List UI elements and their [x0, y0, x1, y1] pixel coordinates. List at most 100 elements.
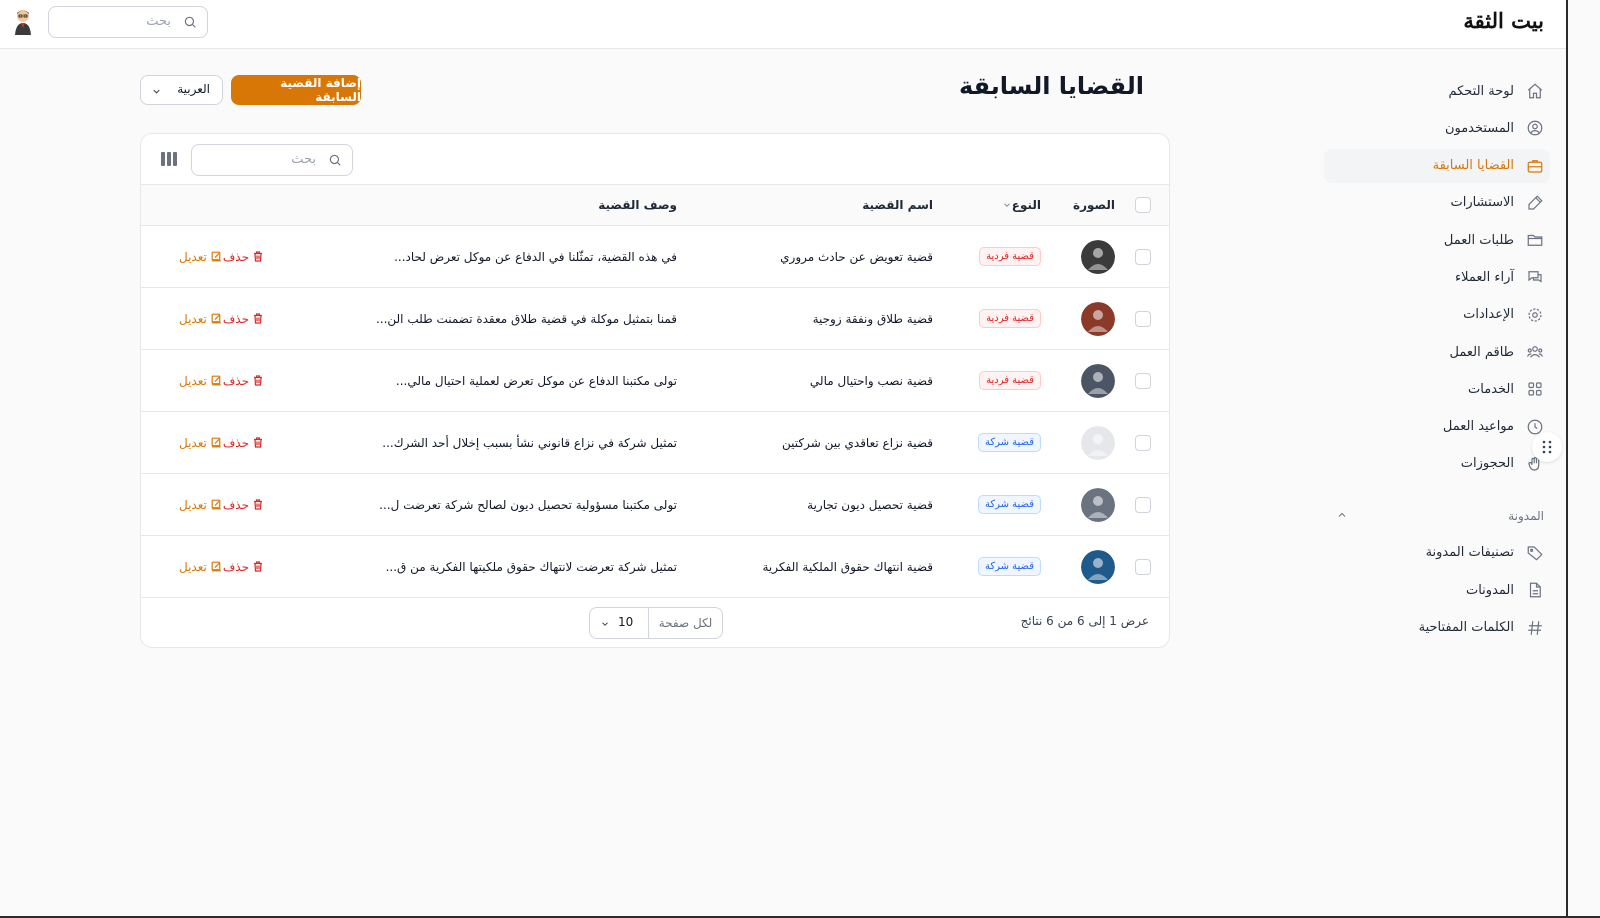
sidebar-item-settings[interactable]: الإعدادات [1324, 298, 1550, 332]
edit-icon [211, 313, 221, 324]
cog-icon [1528, 308, 1542, 322]
delete-button[interactable]: حذف [223, 250, 264, 264]
sidebar-item-job-requests[interactable]: طلبات العمل [1324, 223, 1550, 257]
hashtag-icon [1528, 620, 1542, 635]
table-search-input[interactable]: بحث [191, 144, 353, 176]
global-search-input[interactable]: بحث [48, 6, 208, 38]
row-type-cell: قضية فردية [979, 350, 1041, 411]
delete-button[interactable]: حذف [223, 436, 264, 450]
case-type-badge: قضية فردية [979, 247, 1041, 266]
case-name: قضية طلاق ونفقة زوجية [812, 311, 933, 326]
briefcase-icon [1527, 159, 1543, 173]
row-select-cell [1135, 226, 1151, 287]
column-header-type-label: النوع [1011, 198, 1041, 212]
sidebar-drag-handle[interactable] [1532, 432, 1562, 462]
edit-label: تعديل [179, 311, 207, 326]
sidebar-item-testimonials[interactable]: آراء العملاء [1324, 260, 1550, 294]
user-avatar[interactable] [12, 8, 34, 36]
trash-icon [254, 375, 263, 386]
edit-label: تعديل [179, 559, 207, 574]
edit-button[interactable]: تعديل [179, 436, 223, 450]
case-name: قضية نزاع تعاقدي بين شركتين [782, 435, 933, 450]
delete-label: حذف [222, 559, 250, 574]
edit-button[interactable]: تعديل [179, 560, 223, 574]
edit-button[interactable]: تعديل [179, 374, 223, 388]
edit-icon [211, 561, 221, 572]
brand-logo[interactable]: بيت الثقة [1463, 8, 1544, 33]
column-header-type[interactable]: النوع [996, 185, 1041, 225]
edit-button[interactable]: تعديل [179, 312, 223, 326]
columns-toggle-icon[interactable] [161, 152, 177, 166]
results-summary: عرض 1 إلى 6 من 6 نتائج [1020, 614, 1149, 628]
case-description: في هذه القضية، تمثّلنا في الدفاع عن موكل… [394, 249, 677, 264]
row-checkbox[interactable] [1135, 496, 1151, 513]
edit-label: تعديل [179, 373, 207, 388]
table-row: قضية شركة قضية انتهاك حقوق الملكية الفكري… [141, 536, 1169, 598]
sidebar-item-staff[interactable]: طاقم العمل [1324, 335, 1550, 369]
chevron-down-icon [1003, 203, 1010, 207]
case-type-badge: قضية فردية [979, 309, 1041, 328]
chevron-up-icon[interactable] [1336, 509, 1348, 521]
row-type-cell: قضية شركة [977, 536, 1041, 597]
sidebar-item-dashboard[interactable]: لوحة التحكم [1324, 74, 1550, 108]
row-checkbox[interactable] [1135, 248, 1151, 265]
row-image-cell [1081, 412, 1115, 473]
row-select-cell [1135, 474, 1151, 535]
tag-icon [1527, 546, 1543, 561]
per-page-select[interactable]: لكل صفحة 10 [589, 607, 723, 639]
sidebar-item-working-hours[interactable]: مواعيد العمل [1324, 410, 1550, 444]
sidebar-group-label: المدونة [1508, 508, 1544, 523]
row-select-cell [1135, 412, 1151, 473]
edit-button[interactable]: تعديل [179, 250, 223, 264]
squares-icon [1528, 382, 1542, 396]
table-row: قضية فردية قضية نصب واحتيال مالي تولى مكتب… [141, 350, 1169, 412]
sidebar-item-users[interactable]: المستخدمون [1324, 111, 1550, 145]
sidebar-item-label: الخدمات [1468, 381, 1514, 397]
sidebar-group-blog[interactable]: المدونة [1324, 499, 1550, 533]
row-description-cell: قمنا بتمثيل موكلة في قضية طلاق معقدة تضم… [376, 288, 677, 349]
sidebar-item-label: المستخدمون [1444, 120, 1514, 136]
sidebar-item-label: الحجوزات [1460, 456, 1514, 472]
case-name: قضية نصب واحتيال مالي [809, 373, 933, 388]
sidebar-item-services[interactable]: الخدمات [1324, 372, 1550, 406]
row-actions-cell: حذف تعديل [161, 226, 264, 287]
table-row: قضية شركة قضية تحصيل ديون تجارية تولى مكتب… [141, 474, 1169, 536]
select-all-checkbox[interactable] [1135, 197, 1151, 213]
row-checkbox[interactable] [1135, 372, 1151, 389]
delete-button[interactable]: حذف [223, 312, 264, 326]
row-name-cell: قضية نصب واحتيال مالي [810, 350, 933, 411]
language-select[interactable]: العربية [140, 75, 223, 105]
edit-icon [211, 499, 221, 510]
row-checkbox[interactable] [1135, 558, 1151, 575]
sidebar-item-blogs[interactable]: المدونات [1324, 573, 1550, 607]
edit-label: تعديل [179, 497, 207, 512]
sidebar-item-previous-cases[interactable]: القضايا السابقة [1324, 148, 1550, 183]
case-thumbnail [1081, 425, 1115, 460]
row-select-cell [1135, 288, 1151, 349]
delete-button[interactable]: حذف [223, 560, 264, 574]
delete-button[interactable]: حذف [223, 374, 264, 388]
row-checkbox[interactable] [1135, 434, 1151, 451]
sidebar-item-label: تصنيفات المدونة [1425, 545, 1514, 561]
edit-button[interactable]: تعديل [179, 498, 223, 512]
edit-icon [211, 437, 221, 448]
sidebar-item-keywords[interactable]: الكلمات المفتاحية [1324, 611, 1550, 645]
row-checkbox[interactable] [1135, 310, 1151, 327]
sidebar-item-label: الكلمات المفتاحية [1418, 620, 1514, 636]
chat-bubbles-icon [1528, 271, 1542, 284]
sidebar-item-label: الاستشارات [1450, 195, 1514, 211]
sidebar-item-consultations[interactable]: الاستشارات [1324, 186, 1550, 220]
home-icon [1527, 83, 1543, 99]
add-previous-case-button[interactable]: إضافة القضية السابقة [231, 75, 361, 105]
sidebar-item-label: مواعيد العمل [1442, 419, 1514, 435]
sidebar-item-bookings[interactable]: الحجوزات [1324, 447, 1550, 481]
user-group-icon [1526, 346, 1544, 358]
case-thumbnail [1081, 487, 1115, 522]
sidebar-item-blog-categories[interactable]: تصنيفات المدونة [1324, 536, 1550, 570]
delete-button[interactable]: حذف [223, 498, 264, 512]
row-description-cell: تولى مكتبنا الدفاع عن موكل تعرض لعملية ا… [396, 350, 677, 411]
search-icon [329, 154, 341, 166]
trash-icon [254, 437, 263, 448]
edit-icon [211, 375, 221, 386]
case-type-badge: قضية شركة [977, 495, 1041, 514]
